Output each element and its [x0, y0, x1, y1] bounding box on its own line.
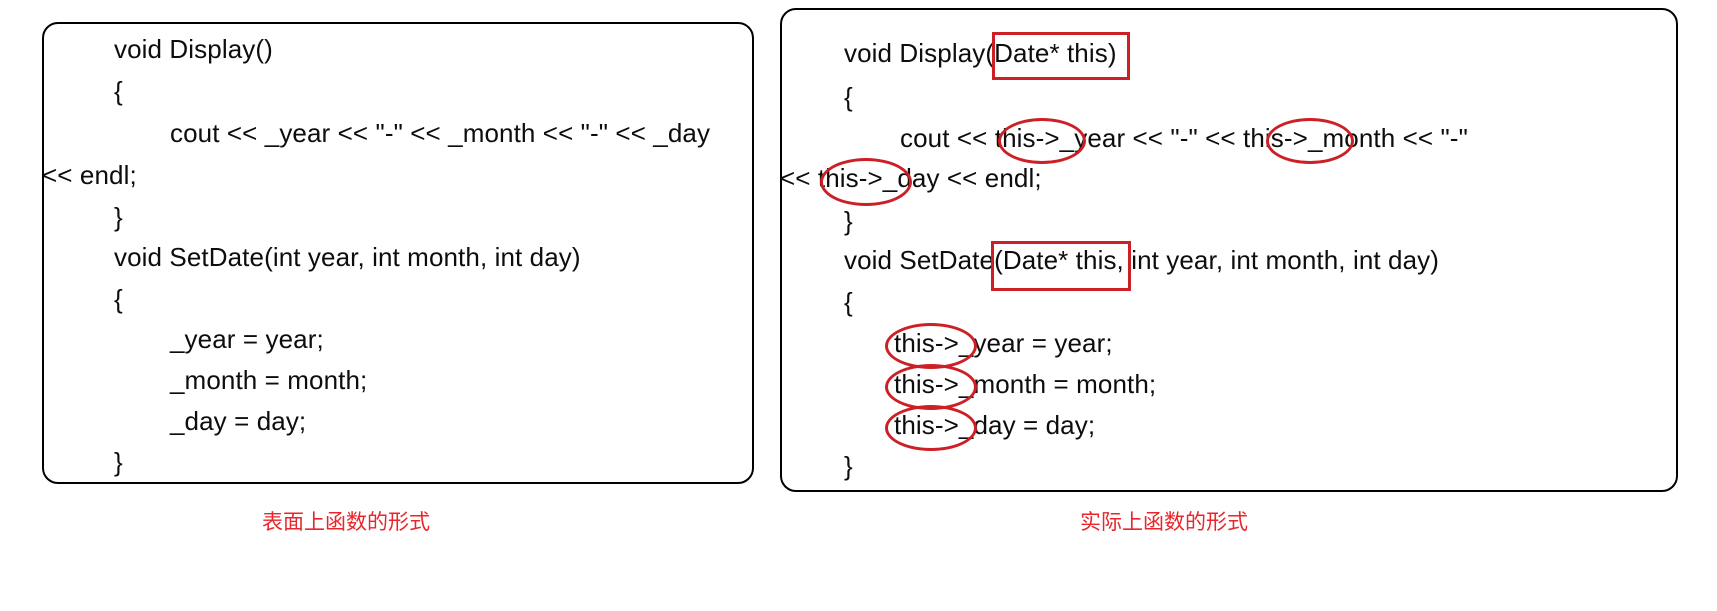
code-line: { [844, 287, 853, 317]
code-line: } [114, 202, 123, 232]
code-line: void Display(Date* this) [844, 38, 1117, 68]
code-line: } [114, 447, 123, 477]
code-line: << endl; [42, 160, 137, 190]
code-panel-actual-form: void Display(Date* this) { cout << this-… [780, 8, 1678, 492]
code-line: << this->_day << endl; [780, 163, 1042, 193]
code-line: _month = month; [170, 365, 368, 395]
code-panel-surface-form: void Display() { cout << _year << "-" <<… [42, 22, 754, 484]
code-line: _year = year; [170, 324, 324, 354]
code-line: { [114, 76, 123, 106]
code-line: void Display() [114, 34, 273, 64]
code-line: void SetDate(int year, int month, int da… [114, 242, 581, 272]
code-line: { [114, 284, 123, 314]
code-block-surface: void Display() { cout << _year << "-" <<… [42, 24, 710, 477]
caption-surface-form: 表面上函数的形式 [262, 511, 430, 534]
code-line: } [844, 451, 853, 481]
code-line: _day = day; [170, 406, 307, 436]
code-line: } [844, 206, 853, 236]
code-block-actual: void Display(Date* this) { cout << this-… [780, 10, 1468, 481]
code-line: this->_year = year; [894, 328, 1113, 358]
code-line: this->_day = day; [894, 410, 1096, 440]
code-line: { [844, 82, 853, 112]
code-line: cout << _year << "-" << _month << "-" <<… [170, 118, 711, 148]
code-line: cout << this->_year << "-" << this->_mon… [900, 123, 1468, 153]
caption-actual-form: 实际上函数的形式 [1080, 511, 1248, 534]
code-line: this->_month = month; [894, 369, 1157, 399]
code-line: void SetDate(Date* this, int year, int m… [844, 245, 1440, 275]
